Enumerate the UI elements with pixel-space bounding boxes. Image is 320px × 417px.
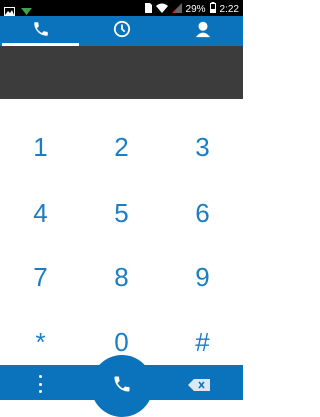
key-4[interactable]: 4: [0, 180, 81, 246]
keypad: 1 2 3 4 5 6 7 8 9 * 0 #: [0, 99, 243, 365]
phone-icon: [32, 20, 50, 43]
battery-icon: [209, 2, 216, 16]
key-3[interactable]: 3: [162, 114, 243, 180]
tab-bar: [0, 16, 243, 46]
tab-recents[interactable]: [81, 16, 162, 46]
phone-icon: [112, 374, 132, 399]
sim-icon: [144, 2, 152, 16]
key-9[interactable]: 9: [162, 244, 243, 310]
number-display[interactable]: [0, 46, 243, 99]
key-7[interactable]: 7: [0, 244, 81, 310]
clock-time: 2:22: [219, 3, 239, 15]
battery-percent: 29%: [185, 3, 206, 15]
key-1[interactable]: 1: [0, 114, 81, 180]
backspace-icon[interactable]: [188, 378, 210, 396]
contact-icon: [194, 20, 212, 43]
wifi-icon: [155, 3, 168, 16]
tab-dialer[interactable]: [0, 16, 81, 46]
signal-icon: [171, 2, 182, 16]
more-vertical-icon[interactable]: [30, 375, 50, 393]
clock-icon: [113, 20, 131, 43]
key-8[interactable]: 8: [81, 244, 162, 310]
key-2[interactable]: 2: [81, 114, 162, 180]
tab-contacts[interactable]: [162, 16, 243, 46]
key-6[interactable]: 6: [162, 180, 243, 246]
status-bar: 29% 2:22: [0, 0, 243, 16]
key-5[interactable]: 5: [81, 180, 162, 246]
call-button[interactable]: [91, 355, 153, 417]
